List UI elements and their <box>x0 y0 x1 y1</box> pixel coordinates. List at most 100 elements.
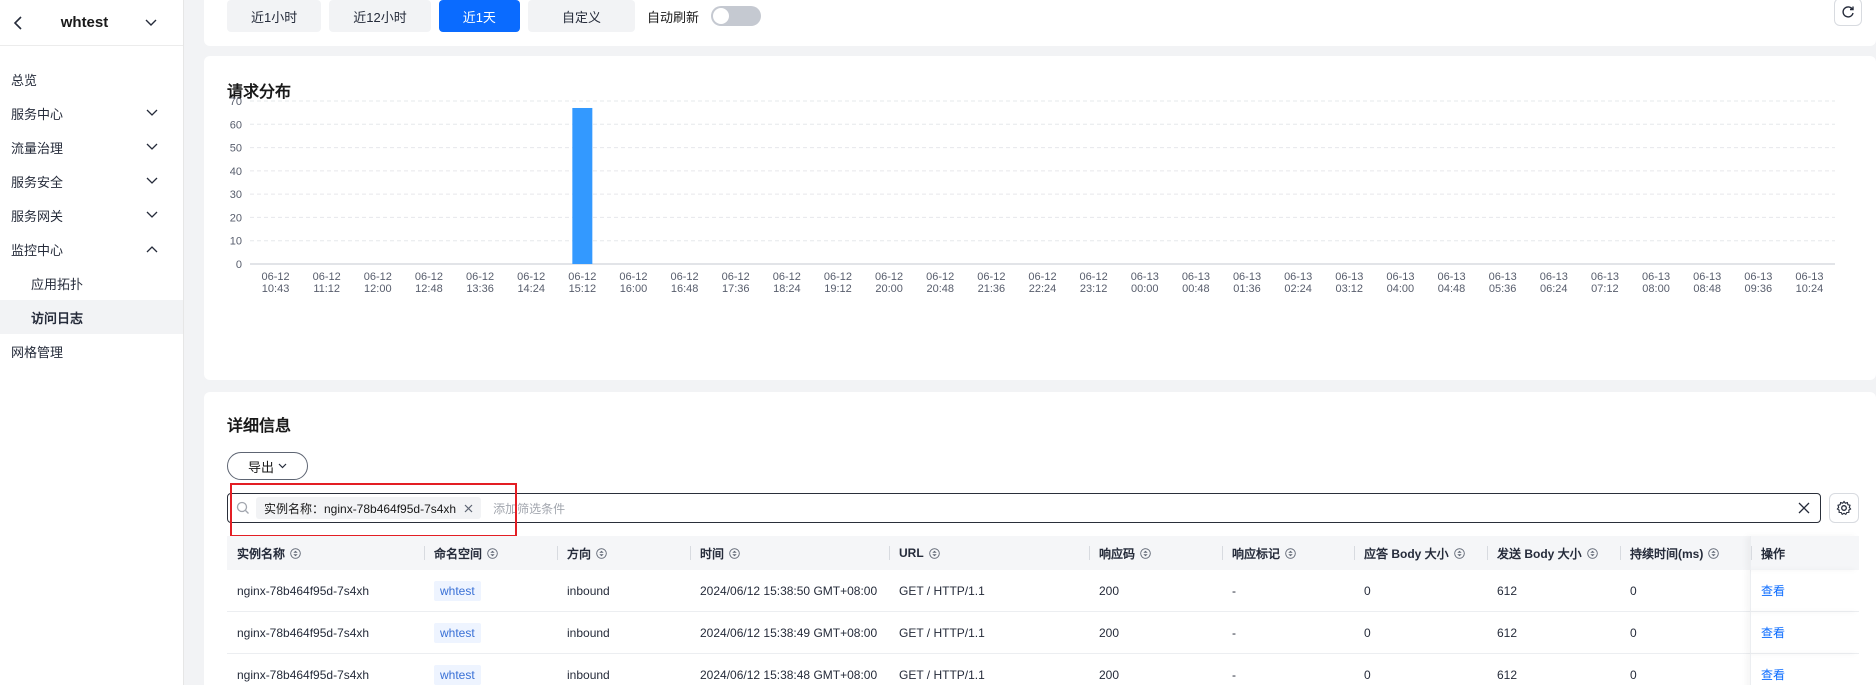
table-body: nginx-78b464f95d-7s4xh whtest inbound 2024/… <box>227 569 1859 685</box>
range-1h-button[interactable]: 近1小时 <box>227 0 322 32</box>
range-12h-button[interactable]: 近12小时 <box>329 0 431 32</box>
cell-text: 612 <box>1497 583 1518 598</box>
cell-resp-body: 0 <box>1354 612 1487 654</box>
sidebar-item-label: 服务安全 <box>11 174 64 190</box>
sort-icon[interactable] <box>928 547 940 559</box>
back-arrow-icon[interactable] <box>10 15 26 31</box>
sidebar-item-service-security[interactable]: 服务安全 <box>0 164 183 198</box>
range-custom-button[interactable]: 自定义 <box>527 0 635 32</box>
column-header-send-body[interactable]: 发送 Body 大小 <box>1487 536 1620 570</box>
sidebar-item-label: 网格管理 <box>11 344 64 360</box>
table-header: 实例名称 命名空间 方向 时间 URL 响应码 响应标记 应答 Body 大小 发送 Body … <box>227 536 1859 570</box>
table-settings-button[interactable] <box>1829 493 1859 523</box>
y-tick-label: 20 <box>230 212 242 224</box>
sort-icon[interactable] <box>596 547 607 559</box>
x-tick-label: 12:00 <box>364 283 392 295</box>
x-tick-label: 06:24 <box>1540 283 1568 295</box>
column-header-resp-body[interactable]: 应答 Body 大小 <box>1354 536 1487 570</box>
cell-text: 0 <box>1364 625 1371 640</box>
clear-filter-close-icon[interactable] <box>1796 500 1812 516</box>
remove-filter-close-icon[interactable] <box>464 504 473 513</box>
sidebar-item-access-log[interactable]: 访问日志 <box>0 300 183 334</box>
sidebar-item-label: 监控中心 <box>11 242 64 258</box>
x-tick-label: 12:48 <box>415 283 443 295</box>
column-header-direction[interactable]: 方向 <box>557 536 690 570</box>
column-header-code[interactable]: 响应码 <box>1089 536 1222 570</box>
sidebar-item-monitoring-center[interactable]: 监控中心 <box>0 232 183 266</box>
x-tick-label: 07:12 <box>1591 283 1619 295</box>
sort-icon[interactable] <box>729 547 740 559</box>
x-tick-label: 06-12 <box>619 271 647 283</box>
column-header-namespace[interactable]: 命名空间 <box>424 536 557 570</box>
sidebar-item-service-center[interactable]: 服务中心 <box>0 96 183 130</box>
sort-icon[interactable] <box>1285 547 1296 559</box>
column-header-label: 应答 Body 大小 <box>1364 546 1449 561</box>
cell-resp-body: 0 <box>1354 654 1487 685</box>
cell-text: 0 <box>1630 625 1637 640</box>
sort-icon[interactable] <box>1708 547 1720 559</box>
sort-icon[interactable] <box>1586 547 1598 559</box>
mesh-switch-chevron-down-icon[interactable] <box>143 15 159 31</box>
cell-url: GET / HTTP/1.1 <box>889 612 1089 654</box>
x-tick-label: 06-12 <box>415 271 443 283</box>
export-button[interactable]: 导出 <box>227 452 308 480</box>
sidebar-item-app-topology[interactable]: 应用拓扑 <box>0 266 183 300</box>
sort-icon[interactable] <box>1453 547 1465 559</box>
view-link[interactable]: 查看 <box>1761 624 1785 641</box>
column-header-time[interactable]: 时间 <box>690 536 889 570</box>
sidebar-header: whtest <box>0 0 183 46</box>
access-log-table: 实例名称 命名空间 方向 时间 URL 响应码 响应标记 应答 Body 大小 发送 Body … <box>227 536 1859 685</box>
cell-resp-body: 0 <box>1354 570 1487 612</box>
column-header-instance[interactable]: 实例名称 <box>227 536 424 570</box>
sort-icon[interactable] <box>1140 547 1151 559</box>
filter-search-bar[interactable]: 实例名称：nginx-78b464f95d-7s4xh 添加筛选条件 <box>227 493 1821 523</box>
sort-icon[interactable] <box>487 547 498 559</box>
cell-text: inbound <box>567 667 610 682</box>
column-header-label: 响应标记 <box>1232 546 1281 561</box>
x-tick-label: 04:48 <box>1438 283 1466 295</box>
x-tick-label: 05:36 <box>1489 283 1517 295</box>
cell-text: 2024/06/12 15:38:50 GMT+08:00 <box>700 583 878 598</box>
x-tick-label: 16:00 <box>620 283 648 295</box>
view-link[interactable]: 查看 <box>1761 666 1785 683</box>
column-header-label: 时间 <box>700 546 725 561</box>
column-header-duration[interactable]: 持续时间(ms) <box>1620 536 1750 570</box>
x-tick-label: 02:24 <box>1284 283 1312 295</box>
sidebar-item-label: 流量治理 <box>11 140 64 156</box>
column-header-flag[interactable]: 响应标记 <box>1222 536 1354 570</box>
view-link[interactable]: 查看 <box>1761 582 1785 599</box>
range-1d-button[interactable]: 近1天 <box>438 0 520 32</box>
cell-text: nginx-78b464f95d-7s4xh <box>237 667 370 682</box>
cell-text: 0 <box>1630 583 1637 598</box>
x-tick-label: 06-12 <box>313 271 341 283</box>
x-tick-label: 09:36 <box>1745 283 1773 295</box>
cell-text: 612 <box>1497 667 1518 682</box>
auto-refresh-toggle[interactable] <box>710 6 761 26</box>
sidebar-item-traffic-governance[interactable]: 流量治理 <box>0 130 183 164</box>
cell-text: 0 <box>1364 583 1371 598</box>
refresh-button[interactable] <box>1834 0 1862 26</box>
x-tick-label: 06-12 <box>364 271 392 283</box>
cell-direction: inbound <box>557 612 690 654</box>
column-header-label: 响应码 <box>1099 546 1136 561</box>
x-tick-label: 00:00 <box>1131 283 1159 295</box>
x-tick-label: 11:12 <box>313 283 340 295</box>
cell-text: 612 <box>1497 625 1518 640</box>
auto-refresh-label: 自动刷新 <box>646 9 699 25</box>
y-tick-label: 60 <box>230 119 242 131</box>
x-tick-label: 17:36 <box>722 283 750 295</box>
cell-code: 200 <box>1089 612 1222 654</box>
x-tick-label: 20:48 <box>926 283 954 295</box>
filter-placeholder[interactable]: 添加筛选条件 <box>493 500 565 517</box>
cell-time: 2024/06/12 15:38:50 GMT+08:00 <box>690 570 889 612</box>
cell-text: inbound <box>567 583 610 598</box>
x-tick-label: 00:48 <box>1182 283 1210 295</box>
sidebar-item-mesh-management[interactable]: 网格管理 <box>0 334 183 368</box>
column-header-url[interactable]: URL <box>889 536 1089 570</box>
sidebar-item-overview[interactable]: 总览 <box>0 62 183 96</box>
namespace-tag: whtest <box>434 622 481 643</box>
toggle-knob <box>712 8 729 24</box>
sidebar-item-service-gateway[interactable]: 服务网关 <box>0 198 183 232</box>
cell-time: 2024/06/12 15:38:48 GMT+08:00 <box>690 654 889 685</box>
sort-icon[interactable] <box>290 547 301 559</box>
